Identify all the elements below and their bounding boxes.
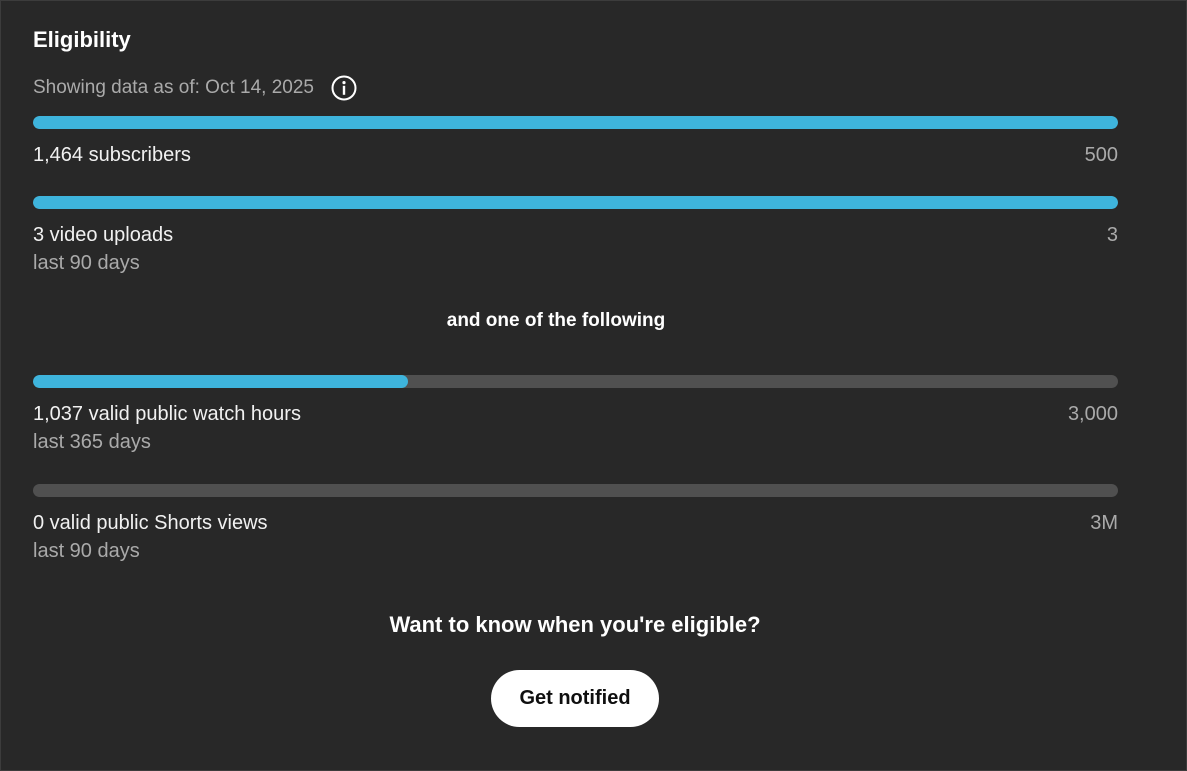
metric-label: 3 video uploads: [33, 224, 174, 246]
metric-target: 3,000: [1067, 403, 1118, 425]
metric-target: 3M: [1090, 512, 1118, 534]
progress-track: [33, 484, 1118, 497]
metric-video-uploads: 3 video uploads 3 last 90 days: [33, 196, 1118, 277]
progress-fill: [33, 116, 1118, 129]
metric-label: 0 valid public Shorts views: [33, 512, 268, 534]
metric-shorts-views: 0 valid public Shorts views 3M last 90 d…: [33, 484, 1118, 565]
metric-subscribers: 1,464 subscribers 500: [33, 116, 1118, 169]
eligibility-card: Eligibility Showing data as of: Oct 14, …: [0, 0, 1187, 771]
get-notified-button[interactable]: Get notified: [491, 670, 659, 727]
metric-period: last 90 days: [33, 252, 140, 274]
eligibility-question: Want to know when you're eligible?: [389, 612, 761, 637]
progress-track: [33, 196, 1118, 209]
metric-watch-hours: 1,037 valid public watch hours 3,000 las…: [33, 375, 1118, 456]
data-as-of-text: Showing data as of: Oct 14, 2025: [33, 77, 314, 98]
progress-fill: [33, 196, 1118, 209]
progress-track: [33, 116, 1118, 129]
progress-fill: [33, 375, 409, 388]
and-one-of-following-label: and one of the following: [446, 310, 666, 331]
info-icon[interactable]: [330, 74, 358, 102]
metric-period: last 365 days: [33, 431, 151, 453]
metric-target: 3: [1106, 224, 1118, 246]
data-as-of-row: Showing data as of: Oct 14, 2025: [33, 73, 358, 103]
metric-period: last 90 days: [33, 540, 140, 562]
metric-label: 1,037 valid public watch hours: [33, 403, 301, 425]
metric-target: 500: [1084, 144, 1118, 166]
metric-label: 1,464 subscribers: [33, 144, 191, 166]
card-title: Eligibility: [33, 27, 131, 52]
progress-track: [33, 375, 1118, 388]
